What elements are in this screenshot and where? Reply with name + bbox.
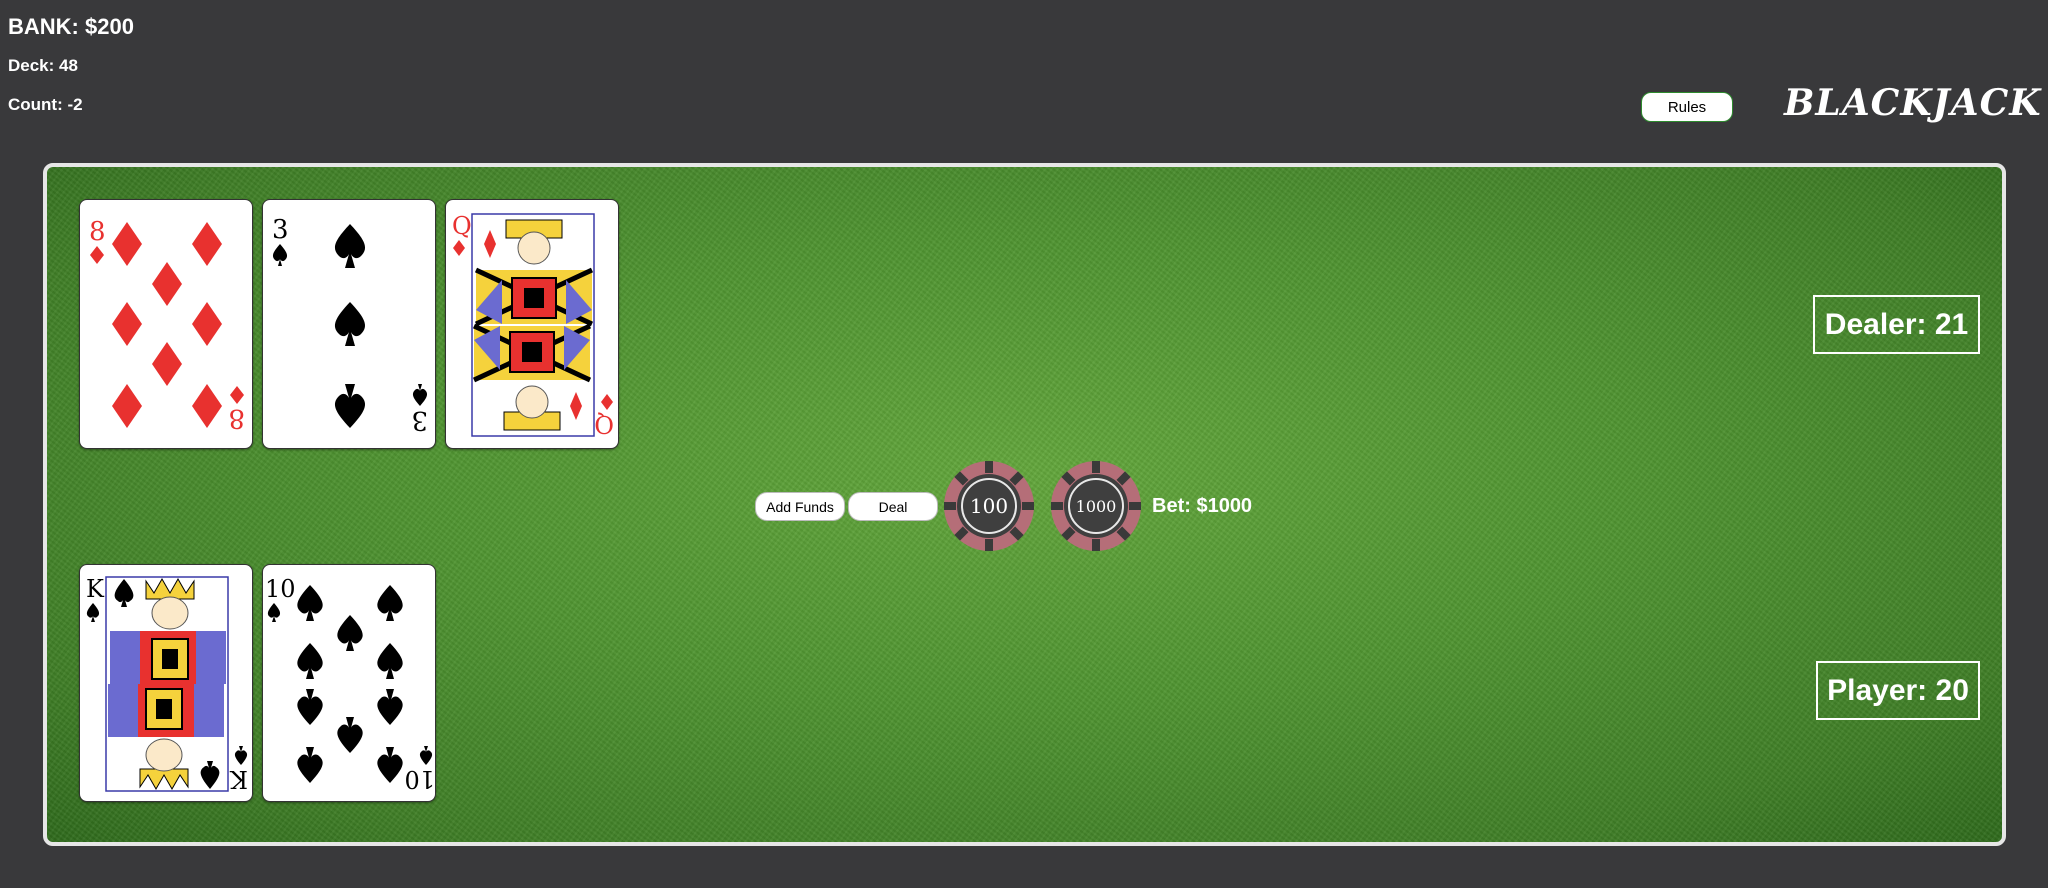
- deal-button[interactable]: Deal: [848, 492, 938, 521]
- rules-button[interactable]: Rules: [1641, 92, 1733, 122]
- player-card-2: 10 10: [262, 564, 436, 802]
- svg-text:K: K: [86, 575, 105, 603]
- dealer-score: Dealer: 21: [1813, 295, 1980, 354]
- svg-text:K: K: [229, 765, 248, 793]
- chip-1000[interactable]: 1000: [1050, 460, 1142, 552]
- bank-label: BANK: $200: [8, 14, 134, 39]
- svg-text:3: 3: [411, 405, 428, 435]
- player-score: Player: 20: [1816, 661, 1980, 720]
- player-card-1: K K: [79, 564, 253, 802]
- svg-text:10: 10: [404, 765, 435, 793]
- add-funds-button[interactable]: Add Funds: [755, 492, 845, 521]
- svg-text:8: 8: [89, 217, 106, 247]
- dealer-card-2: 3 3: [262, 199, 436, 449]
- game-title: BLACKJACK: [1784, 82, 2042, 124]
- game-table: 8 8 3 3 Q Q K K 10 10 Dealer: 21 Player:…: [43, 163, 2006, 846]
- svg-text:1000: 1000: [1076, 497, 1117, 516]
- svg-text:Q: Q: [594, 410, 614, 438]
- svg-text:Q: Q: [452, 212, 472, 240]
- bet-amount: Bet: $1000: [1152, 495, 1253, 517]
- svg-text:10: 10: [265, 575, 296, 603]
- svg-text:3: 3: [272, 215, 289, 245]
- dealer-card-1: 8 8: [79, 199, 253, 449]
- deck-count-label: Deck: 48: [8, 56, 78, 75]
- card-count-label: Count: -2: [8, 95, 83, 114]
- dealer-card-3: Q Q: [445, 199, 619, 449]
- svg-text:100: 100: [970, 494, 1008, 518]
- chip-100[interactable]: 100: [943, 460, 1035, 552]
- svg-text:8: 8: [228, 403, 245, 433]
